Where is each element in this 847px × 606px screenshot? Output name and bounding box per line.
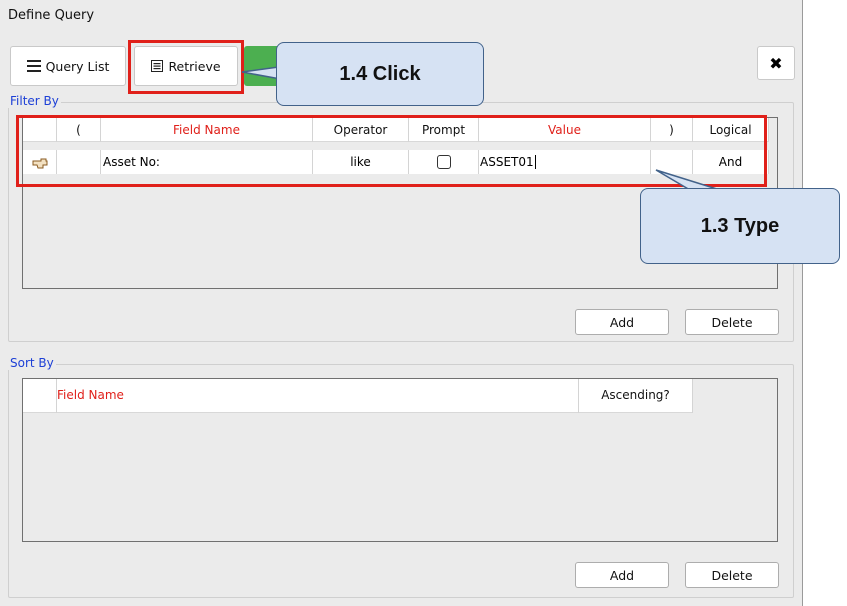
sort-delete-button[interactable]: Delete <box>685 562 779 588</box>
sort-by-label: Sort By <box>8 356 56 370</box>
retrieve-highlight-box <box>128 40 244 94</box>
filter-add-button[interactable]: Add <box>575 309 669 335</box>
window-title: Define Query <box>8 8 95 23</box>
sort-header-ascending: Ascending? <box>579 379 693 413</box>
sort-header-blank <box>23 379 57 413</box>
close-button[interactable]: ✖ <box>757 46 795 80</box>
filter-by-label: Filter By <box>8 94 61 108</box>
query-list-button[interactable]: Query List <box>10 46 126 86</box>
query-list-label: Query List <box>45 58 110 74</box>
type-callout: 1.3 Type <box>640 188 840 264</box>
sort-grid: Field Name Ascending? <box>22 378 778 542</box>
filter-row-highlight-box <box>16 115 767 187</box>
sort-header-field-name: Field Name <box>57 379 579 413</box>
close-icon: ✖ <box>769 53 783 73</box>
click-callout: 1.4 Click <box>276 42 484 106</box>
list-icon <box>26 60 41 72</box>
filter-delete-button[interactable]: Delete <box>685 309 779 335</box>
sort-add-button[interactable]: Add <box>575 562 669 588</box>
